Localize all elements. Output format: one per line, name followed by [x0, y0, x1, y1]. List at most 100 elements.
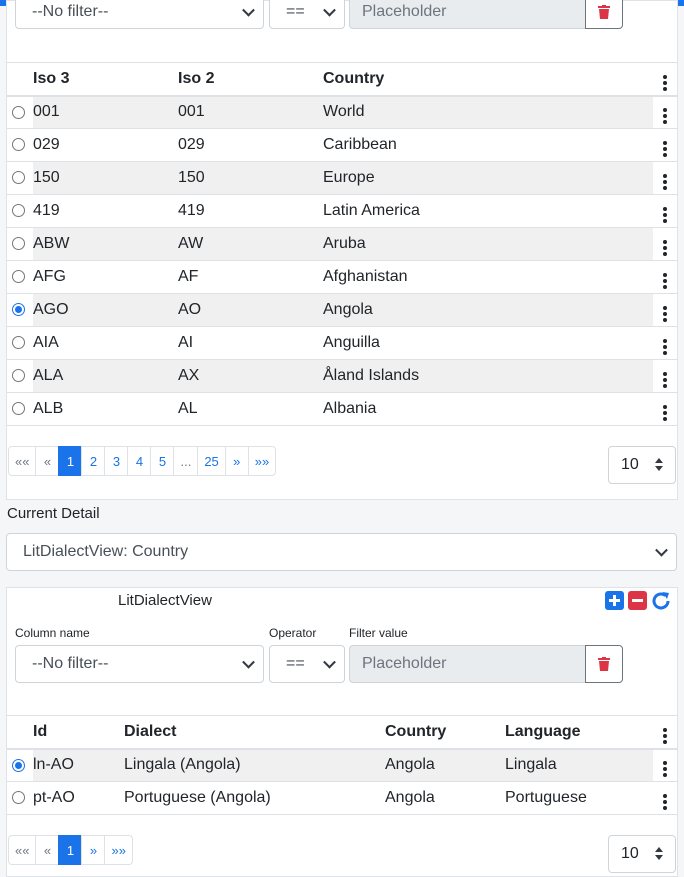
table-row[interactable]: AGO AO Angola [7, 293, 677, 327]
page-button-1[interactable]: 1 [58, 835, 83, 865]
first-page-button[interactable]: «« [8, 446, 37, 476]
id-cell: ln-AO [33, 748, 124, 782]
table-row[interactable]: AFG AF Afghanistan [7, 260, 677, 294]
page-button-4[interactable]: 4 [127, 446, 152, 476]
page-size-select[interactable]: 10 [608, 835, 676, 873]
dialect-operator-value: == [286, 655, 305, 672]
row-actions[interactable] [653, 194, 677, 228]
iso3-cell: ALA [33, 359, 178, 393]
previous-page-button[interactable]: « [35, 835, 60, 865]
clear-filter-button[interactable] [585, 0, 623, 29]
next-page-button[interactable]: » [81, 835, 106, 865]
kebab-menu-icon [663, 74, 667, 92]
row-select-radio[interactable] [12, 237, 25, 251]
filter-value-input[interactable]: Placeholder [349, 0, 586, 29]
kebab-menu-icon [663, 173, 667, 191]
row-actions[interactable] [653, 359, 677, 393]
row-actions[interactable] [653, 293, 677, 327]
last-page-button[interactable]: »» [247, 446, 277, 476]
country-cell: Anguilla [323, 326, 653, 360]
row-actions[interactable] [653, 161, 677, 195]
refresh-icon[interactable] [650, 590, 672, 612]
operator-select[interactable]: == [269, 0, 345, 29]
table-row[interactable]: ALB AL Albania [7, 392, 677, 426]
row-select-radio[interactable] [12, 303, 25, 317]
row-actions[interactable] [653, 326, 677, 360]
dialect-operator-select[interactable]: == [269, 645, 345, 683]
table-row[interactable]: 029 029 Caribbean [7, 128, 677, 162]
page-button-25[interactable]: 25 [197, 446, 226, 476]
header-actions[interactable] [653, 715, 677, 750]
kebab-menu-icon [663, 107, 667, 125]
iso3-cell: 001 [33, 95, 178, 129]
table-row[interactable]: 419 419 Latin America [7, 194, 677, 228]
page-button-1[interactable]: 1 [58, 446, 83, 476]
dialect-filter-value-input[interactable]: Placeholder [349, 645, 586, 683]
select-column-header [7, 715, 33, 750]
row-select-radio[interactable] [12, 758, 25, 772]
current-detail-select[interactable]: LitDialectView: Country [6, 533, 677, 571]
row-select-radio[interactable] [12, 336, 25, 350]
table-row[interactable]: 150 150 Europe [7, 161, 677, 195]
page-size-select[interactable]: 10 [608, 446, 676, 484]
column-header-iso2[interactable]: Iso 2 [178, 62, 323, 97]
header-actions[interactable] [653, 62, 677, 97]
current-detail-label: Current Detail [7, 505, 100, 522]
table-header-row: Iso 3 Iso 2 Country [7, 62, 677, 97]
table-row[interactable]: 001 001 World [7, 95, 677, 129]
language-cell: Lingala [505, 748, 653, 782]
row-actions[interactable] [653, 781, 677, 815]
dialect-column-filter-select[interactable]: --No filter-- [15, 645, 264, 683]
row-select-radio[interactable] [12, 138, 25, 152]
table-header-row: Id Dialect Country Language [7, 715, 677, 750]
row-select-cell [7, 781, 33, 815]
table-row[interactable]: AIA AI Anguilla [7, 326, 677, 360]
row-select-radio[interactable] [12, 171, 25, 185]
row-actions[interactable] [653, 227, 677, 261]
table-row[interactable]: ln-AO Lingala (Angola) Angola Lingala [7, 748, 677, 782]
table-row[interactable]: ABW AW Aruba [7, 227, 677, 261]
country-cell: Aruba [323, 227, 653, 261]
column-header-iso3[interactable]: Iso 3 [33, 62, 178, 97]
last-page-button[interactable]: »» [104, 835, 133, 865]
filter-value-placeholder: Placeholder [362, 2, 447, 20]
page-button-3[interactable]: 3 [104, 446, 129, 476]
page-button-5[interactable]: 5 [150, 446, 175, 476]
page-button-2[interactable]: 2 [81, 446, 106, 476]
first-page-button[interactable]: «« [8, 835, 37, 865]
previous-page-button[interactable]: « [35, 446, 60, 476]
kebab-menu-icon [663, 727, 667, 745]
column-header-dialect[interactable]: Dialect [124, 715, 385, 750]
dialect-column-filter-value: --No filter-- [32, 655, 109, 672]
row-select-cell [7, 227, 33, 261]
add-icon[interactable] [605, 591, 624, 610]
next-page-button[interactable]: » [224, 446, 249, 476]
column-header-language[interactable]: Language [505, 715, 653, 750]
column-header-country[interactable]: Country [385, 715, 505, 750]
row-actions[interactable] [653, 260, 677, 294]
table-row[interactable]: ALA AX Åland Islands [7, 359, 677, 393]
row-select-radio[interactable] [12, 270, 25, 284]
column-header-country[interactable]: Country [323, 62, 653, 97]
iso3-cell: 029 [33, 128, 178, 162]
row-actions[interactable] [653, 748, 677, 782]
dialect-clear-filter-button[interactable] [585, 645, 623, 683]
kebab-menu-icon [663, 760, 667, 778]
trash-icon [598, 4, 610, 19]
column-header-id[interactable]: Id [33, 715, 124, 750]
table-row[interactable]: pt-AO Portuguese (Angola) Angola Portuguese [7, 781, 677, 815]
row-select-radio[interactable] [12, 204, 25, 218]
row-actions[interactable] [653, 95, 677, 129]
remove-icon[interactable] [628, 591, 647, 610]
row-select-radio[interactable] [12, 369, 25, 383]
row-select-cell [7, 293, 33, 327]
kebab-menu-icon [663, 239, 667, 257]
row-actions[interactable] [653, 128, 677, 162]
countries-table: Iso 3 Iso 2 Country 001 001 World 029 029 Car… [7, 62, 677, 426]
updown-arrows-icon [655, 847, 663, 860]
column-filter-select[interactable]: --No filter-- [15, 0, 264, 29]
row-actions[interactable] [653, 392, 677, 426]
row-select-radio[interactable] [12, 791, 25, 805]
row-select-radio[interactable] [12, 402, 25, 416]
row-select-radio[interactable] [12, 105, 25, 119]
